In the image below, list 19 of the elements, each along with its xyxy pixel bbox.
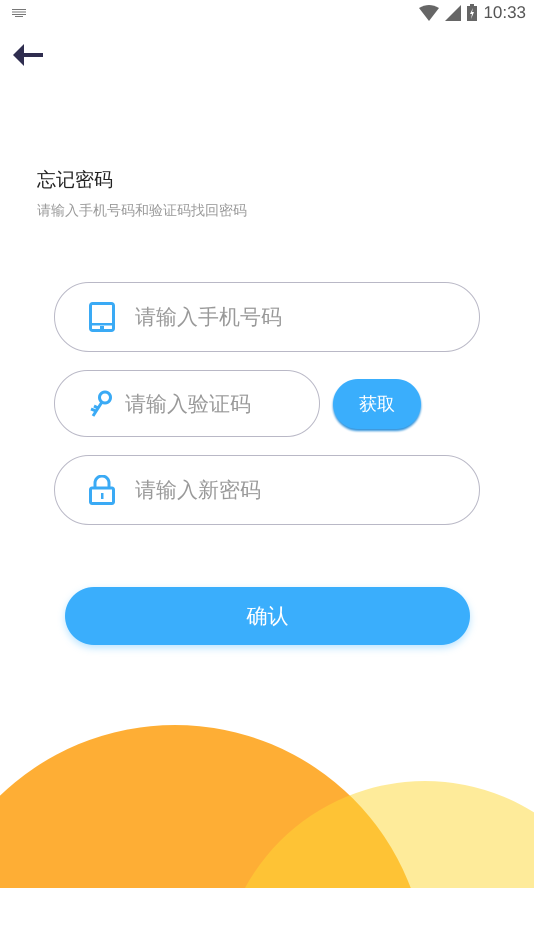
keyboard-icon: [12, 8, 26, 16]
text-input[interactable]: 请输入验证码: [123, 390, 319, 416]
text-input[interactable]: 请输入手机号码: [133, 304, 479, 330]
page-title: 忘记密码: [37, 168, 114, 193]
status-time: 10:33: [483, 2, 526, 22]
key-icon: [89, 390, 113, 418]
get-code-button[interactable]: 获取: [333, 378, 421, 428]
text-input[interactable]: 请输入新密码: [133, 477, 479, 503]
lock-icon: [89, 475, 115, 505]
confirm-button[interactable]: 确认: [65, 587, 470, 645]
tablet-icon: [89, 302, 115, 332]
battery-icon: [467, 4, 478, 21]
input-field[interactable]: 请输入手机号码: [54, 282, 480, 352]
wifi-icon: [419, 4, 440, 20]
signal-icon: [445, 4, 462, 20]
back-arrow-icon[interactable]: [13, 44, 43, 66]
input-field[interactable]: 请输入新密码: [54, 455, 480, 525]
input-field[interactable]: 请输入验证码: [54, 370, 320, 437]
page-subtitle: 请输入手机号码和验证码找回密码: [37, 202, 248, 220]
